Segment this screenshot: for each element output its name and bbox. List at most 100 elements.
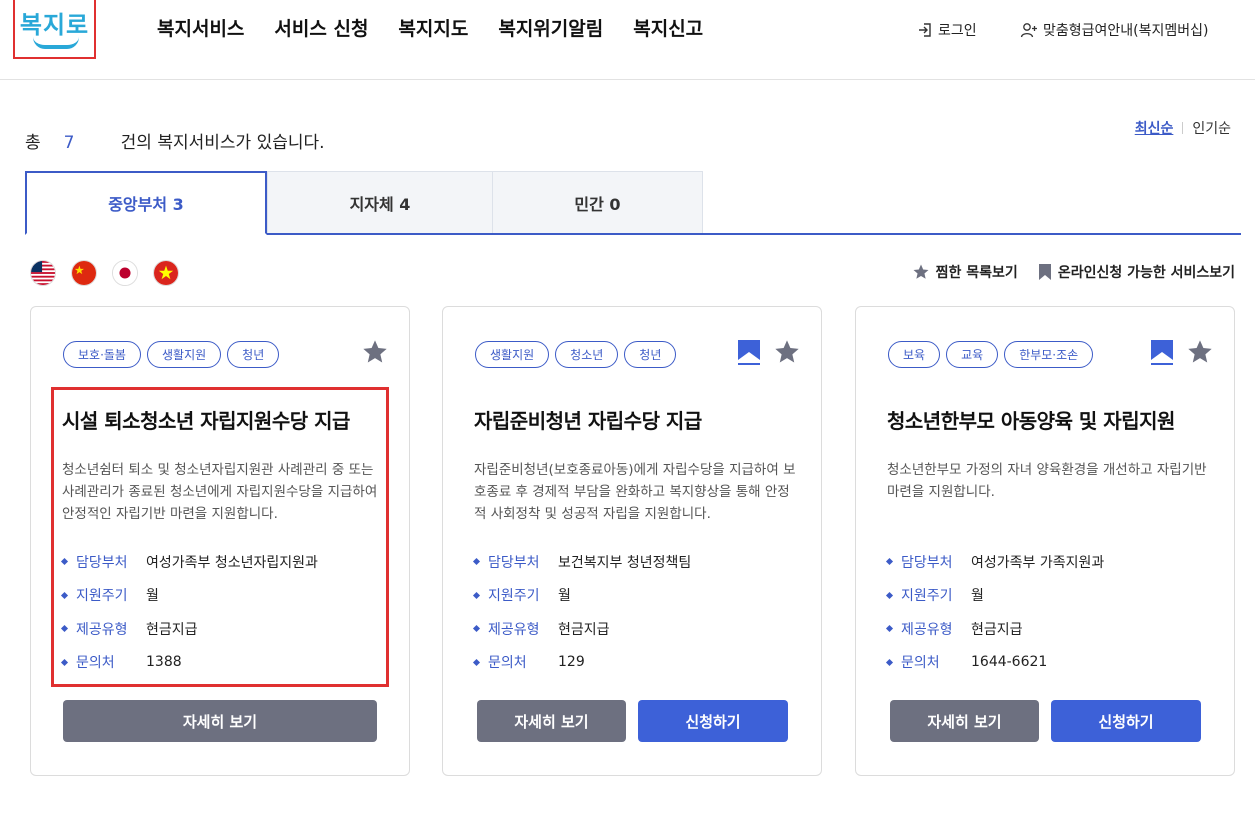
result-count: 7 bbox=[63, 133, 75, 153]
apply-button[interactable]: 신청하기 bbox=[638, 700, 788, 742]
bullet-icon bbox=[60, 558, 69, 566]
info-label: 제공유형 bbox=[76, 621, 128, 638]
online-bookmark-icon bbox=[1151, 340, 1173, 365]
tag[interactable]: 생활지원 bbox=[475, 341, 550, 368]
info-row: 담당부처 보건복지부 청년정책팀 bbox=[472, 545, 691, 579]
card-title[interactable]: 시설 퇴소청소년 자립지원수당 지급 bbox=[62, 405, 350, 434]
card-tags: 보호·돌봄 생활지원 청년 bbox=[63, 341, 280, 368]
info-row: 지원주기 월 bbox=[60, 579, 318, 613]
info-label: 담당부처 bbox=[488, 554, 540, 571]
tag[interactable]: 보육 bbox=[888, 341, 941, 368]
login-icon bbox=[919, 23, 931, 37]
info-label: 문의처 bbox=[488, 655, 527, 672]
sort-options: 최신순 인기순 bbox=[1135, 118, 1231, 138]
tag[interactable]: 한부모·조손 bbox=[1004, 341, 1094, 368]
service-card: 생활지원 청소년 청년 자립준비청년 자립수당 지급 자립준비청년(보호종료아동… bbox=[442, 306, 822, 776]
tab-local-government[interactable]: 지자체 4 bbox=[267, 171, 493, 233]
info-row: 문의처 129 bbox=[472, 646, 691, 680]
detail-button[interactable]: 자세히 보기 bbox=[890, 700, 1039, 742]
info-value: 현금지급 bbox=[971, 621, 1023, 638]
info-row: 담당부처 여성가족부 가족지원과 bbox=[885, 545, 1105, 579]
info-value: 129 bbox=[558, 654, 585, 671]
nav-welfare-report[interactable]: 복지신고 bbox=[633, 14, 703, 41]
nav-crisis-alert[interactable]: 복지위기알림 bbox=[498, 14, 603, 41]
summary-suffix: 건의 복지서비스가 있습니다. bbox=[120, 133, 325, 153]
jp-flag-icon[interactable] bbox=[112, 260, 138, 286]
info-value: 여성가족부 가족지원과 bbox=[971, 554, 1105, 571]
info-row: 문의처 1644-6621 bbox=[885, 646, 1104, 680]
user-add-icon bbox=[1020, 23, 1037, 38]
tag[interactable]: 보호·돌봄 bbox=[63, 341, 141, 368]
info-row: 제공유형 현금지급 bbox=[60, 612, 318, 646]
category-tabs: 중앙부처 3 지자체 4 민간 0 bbox=[25, 171, 1241, 235]
tag[interactable]: 청년 bbox=[227, 341, 280, 368]
bookmark-icon bbox=[1038, 264, 1051, 280]
bullet-icon bbox=[60, 625, 69, 633]
vn-flag-icon[interactable] bbox=[153, 260, 179, 286]
info-label: 제공유형 bbox=[901, 621, 953, 638]
bullet-icon bbox=[472, 591, 481, 599]
bullet-icon bbox=[885, 591, 894, 599]
tab-central-ministry[interactable]: 중앙부처 3 bbox=[25, 171, 267, 235]
us-flag-icon[interactable] bbox=[30, 260, 56, 286]
card-title[interactable]: 자립준비청년 자립수당 지급 bbox=[474, 405, 702, 434]
card-actions bbox=[737, 338, 801, 366]
info-value: 월 bbox=[558, 588, 571, 605]
tab-private[interactable]: 민간 0 bbox=[492, 171, 703, 233]
bullet-icon bbox=[885, 658, 894, 666]
info-row: 지원주기 월 bbox=[472, 579, 691, 613]
star-icon bbox=[913, 264, 929, 279]
info-value: 현금지급 bbox=[146, 621, 198, 638]
online-apply-filter[interactable]: 온라인신청 가능한 서비스보기 bbox=[1038, 262, 1235, 282]
main-nav: 복지서비스 서비스 신청 복지지도 복지위기알림 복지신고 bbox=[157, 14, 703, 41]
card-description: 자립준비청년(보호종료아동)에게 자립수당을 지급하여 보호종료 후 경제적 부… bbox=[474, 462, 796, 522]
service-card: 보호·돌봄 생활지원 청년 시설 퇴소청소년 자립지원수당 지급 청소년쉼터 퇴… bbox=[30, 306, 410, 776]
membership-label: 맞춤형급여안내(복지멤버십) bbox=[1043, 23, 1209, 39]
tag[interactable]: 청소년 bbox=[555, 341, 619, 368]
info-label: 문의처 bbox=[901, 655, 940, 672]
card-actions bbox=[361, 338, 389, 366]
favorite-star-icon[interactable] bbox=[773, 338, 801, 366]
sort-latest-link[interactable]: 최신순 bbox=[1135, 118, 1174, 138]
service-card: 보육 교육 한부모·조손 청소년한부모 아동양육 및 자립지원 청소년한부모 가… bbox=[855, 306, 1235, 776]
bullet-icon bbox=[885, 558, 894, 566]
info-row: 담당부처 여성가족부 청소년자립지원과 bbox=[60, 545, 318, 579]
site-header: 복지로 복지서비스 서비스 신청 복지지도 복지위기알림 복지신고 로그인 맞춤… bbox=[0, 0, 1255, 80]
nav-welfare-map[interactable]: 복지지도 bbox=[398, 14, 468, 41]
cn-flag-icon[interactable] bbox=[71, 260, 97, 286]
tag[interactable]: 청년 bbox=[624, 341, 677, 368]
bullet-icon bbox=[472, 658, 481, 666]
site-logo[interactable]: 복지로 bbox=[13, 0, 96, 59]
bullet-icon bbox=[472, 558, 481, 566]
sort-divider bbox=[1182, 122, 1184, 134]
sort-popular-link[interactable]: 인기순 bbox=[1192, 118, 1231, 138]
detail-button[interactable]: 자세히 보기 bbox=[477, 700, 626, 742]
info-row: 제공유형 현금지급 bbox=[472, 612, 691, 646]
membership-link[interactable]: 맞춤형급여안내(복지멤버십) bbox=[1020, 20, 1208, 40]
card-tags: 생활지원 청소년 청년 bbox=[475, 341, 677, 368]
login-link[interactable]: 로그인 bbox=[917, 20, 977, 40]
favorite-star-icon[interactable] bbox=[1186, 338, 1214, 366]
summary-prefix: 총 bbox=[25, 133, 41, 153]
info-label: 문의처 bbox=[76, 655, 115, 672]
nav-welfare-services[interactable]: 복지서비스 bbox=[157, 14, 244, 41]
favorite-star-icon[interactable] bbox=[361, 338, 389, 366]
apply-button[interactable]: 신청하기 bbox=[1051, 700, 1201, 742]
card-title[interactable]: 청소년한부모 아동양육 및 자립지원 bbox=[887, 405, 1175, 434]
nav-service-application[interactable]: 서비스 신청 bbox=[274, 14, 368, 41]
info-row: 제공유형 현금지급 bbox=[885, 612, 1104, 646]
tag[interactable]: 교육 bbox=[946, 341, 999, 368]
favorites-filter[interactable]: 찜한 목록보기 bbox=[912, 262, 1018, 282]
bullet-icon bbox=[60, 658, 69, 666]
card-tags: 보육 교육 한부모·조손 bbox=[888, 341, 1094, 368]
info-label: 지원주기 bbox=[488, 588, 540, 605]
info-value: 여성가족부 청소년자립지원과 bbox=[146, 554, 318, 571]
card-info: 담당부처 여성가족부 가족지원과 지원주기 월 제공유형 현금지급 문의처 1644-6… bbox=[885, 545, 1105, 680]
tag[interactable]: 생활지원 bbox=[146, 341, 222, 368]
bullet-icon bbox=[885, 625, 894, 633]
login-label: 로그인 bbox=[938, 23, 977, 39]
info-label: 담당부처 bbox=[76, 554, 128, 571]
info-label: 지원주기 bbox=[76, 588, 128, 605]
card-info: 담당부처 보건복지부 청년정책팀 지원주기 월 제공유형 현금지급 문의처 129 bbox=[472, 545, 691, 680]
detail-button[interactable]: 자세히 보기 bbox=[63, 700, 377, 742]
